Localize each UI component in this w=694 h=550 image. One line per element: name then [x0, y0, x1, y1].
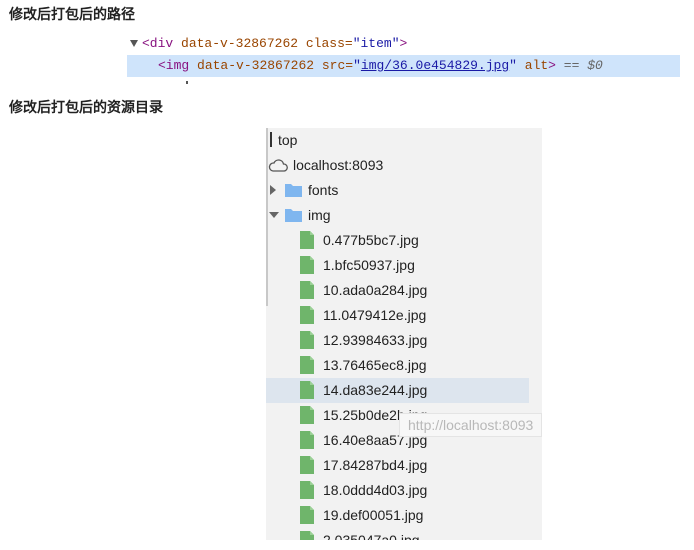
tree-item-label: 11.0479412e.jpg	[323, 307, 427, 323]
attr-name: data-v-32867262	[181, 36, 299, 51]
dom-line-div[interactable]: <div data-v-32867262 class="item">	[127, 33, 680, 55]
tree-item-label: 2.035047a0.jpg	[323, 532, 420, 540]
folder-icon	[285, 209, 302, 222]
dom-line-img-selected[interactable]: <img data-v-32867262 src="img/36.0e45482…	[127, 55, 680, 77]
url-tooltip: http://localhost:8093	[399, 413, 542, 437]
attr-name: data-v-32867262	[197, 58, 315, 73]
attr-quote: "	[509, 58, 517, 73]
tree-file-item[interactable]: 10.ada0a284.jpg	[266, 278, 529, 303]
resources-heading: 修改后打包后的资源目录	[9, 99, 163, 115]
tree-item-label: fonts	[308, 182, 339, 198]
tree-file-item[interactable]: 2.035047a0.jpg	[266, 528, 529, 540]
image-file-icon	[300, 381, 314, 399]
tree-file-item[interactable]: 12.93984633.jpg	[266, 328, 529, 353]
dom-line-fragment	[186, 81, 188, 84]
attr-name: alt	[524, 58, 549, 73]
tag-close: >	[548, 58, 556, 73]
tree-item-label: 17.84287bd4.jpg	[323, 457, 428, 473]
image-file-icon	[300, 506, 314, 524]
tree-item-label: localhost:8093	[293, 157, 384, 173]
panel-divider	[266, 128, 268, 306]
tree-file-item[interactable]: 11.0479412e.jpg	[266, 303, 529, 328]
image-file-icon	[300, 306, 314, 324]
tree-item-label: 13.76465ec8.jpg	[323, 357, 427, 373]
image-file-icon	[300, 406, 314, 424]
frame-icon	[270, 132, 272, 147]
tree-item-top[interactable]: top	[266, 128, 529, 153]
folder-icon	[285, 184, 302, 197]
expand-triangle-icon[interactable]	[130, 40, 138, 47]
attr-name: class=	[305, 36, 353, 51]
tree-folder-fonts[interactable]: fonts	[266, 178, 529, 203]
cloud-icon	[268, 159, 288, 172]
console-reference: == $0	[563, 58, 603, 73]
chevron-down-icon[interactable]	[269, 212, 279, 218]
attr-name: src=	[321, 58, 354, 73]
image-file-icon	[300, 356, 314, 374]
tree-item-label: 12.93984633.jpg	[323, 332, 428, 348]
tree-item-label: top	[278, 132, 298, 148]
tag-open: <div	[142, 36, 174, 51]
tree-item-label: 10.ada0a284.jpg	[323, 282, 428, 298]
tag-close: >	[399, 36, 408, 51]
tree-item-label: 19.def00051.jpg	[323, 507, 424, 523]
tree-file-item[interactable]: 17.84287bd4.jpg	[266, 453, 529, 478]
tree-item-label: 1.bfc50937.jpg	[323, 257, 415, 273]
image-file-icon	[300, 481, 314, 499]
tree-file-item[interactable]: 13.76465ec8.jpg	[266, 353, 529, 378]
tree-file-item[interactable]: 0.477b5bc7.jpg	[266, 228, 529, 253]
resource-tree-panel: top localhost:8093 fonts img 0.477b5bc7.…	[266, 128, 542, 540]
tree-file-item[interactable]: 19.def00051.jpg	[266, 503, 529, 528]
image-file-icon	[300, 256, 314, 274]
image-file-icon	[300, 431, 314, 449]
src-link[interactable]: img/36.0e454829.jpg	[361, 58, 509, 73]
tag-open: <img	[158, 58, 190, 73]
tree-item-label: img	[308, 207, 331, 223]
tree-file-item[interactable]: 1.bfc50937.jpg	[266, 253, 529, 278]
tree-item-label: 18.0ddd4d03.jpg	[323, 482, 428, 498]
tree-item-host[interactable]: localhost:8093	[266, 153, 529, 178]
path-heading: 修改后打包后的路径	[9, 6, 135, 22]
tree-folder-img[interactable]: img	[266, 203, 529, 228]
tree-file-item[interactable]: 14.da83e244.jpg	[266, 378, 529, 403]
image-file-icon	[300, 531, 314, 540]
tree-file-item[interactable]: 18.0ddd4d03.jpg	[266, 478, 529, 503]
attr-value: "item"	[352, 36, 400, 51]
dom-snippet: <div data-v-32867262 class="item"> <img …	[127, 33, 680, 77]
tree-item-label: 14.da83e244.jpg	[323, 382, 428, 398]
tree-item-label: 0.477b5bc7.jpg	[323, 232, 419, 248]
attr-quote: "	[353, 58, 361, 73]
image-file-icon	[300, 456, 314, 474]
image-file-icon	[300, 281, 314, 299]
image-file-icon	[300, 231, 314, 249]
image-file-icon	[300, 331, 314, 349]
chevron-right-icon[interactable]	[270, 185, 276, 195]
